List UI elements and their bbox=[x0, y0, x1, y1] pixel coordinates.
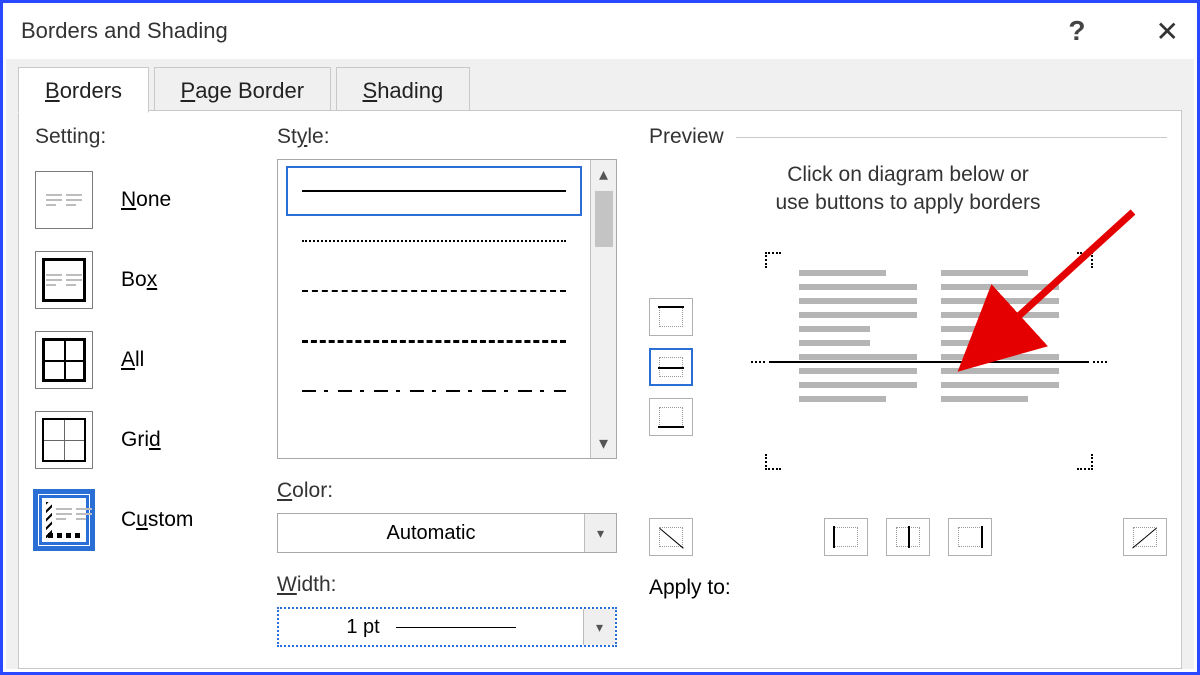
setting-grid-label: Grid bbox=[121, 428, 161, 452]
border-right-button[interactable] bbox=[948, 518, 992, 556]
color-value: Automatic bbox=[278, 522, 584, 545]
setting-none-label: None bbox=[121, 188, 171, 212]
chevron-down-icon[interactable]: ▾ bbox=[584, 514, 616, 552]
dialog-window: Borders and Shading ? ✕ Borders Page Bor… bbox=[0, 0, 1200, 675]
setting-option-custom[interactable]: Custom bbox=[35, 491, 265, 549]
width-section: Width: 1 pt ▾ bbox=[277, 573, 617, 647]
color-section: Color: Automatic ▾ bbox=[277, 479, 617, 553]
setting-box-label: Box bbox=[121, 268, 157, 292]
border-left-button[interactable] bbox=[824, 518, 868, 556]
setting-option-grid[interactable]: Grid bbox=[35, 411, 265, 469]
scroll-up-icon[interactable]: ▴ bbox=[599, 160, 608, 189]
color-combobox[interactable]: Automatic ▾ bbox=[277, 513, 617, 553]
width-label: Width: bbox=[277, 573, 617, 597]
preview-hint: Click on diagram below or use buttons to… bbox=[649, 161, 1167, 218]
setting-box-icon bbox=[35, 251, 93, 309]
border-diag-down-button[interactable] bbox=[649, 518, 693, 556]
setting-option-none[interactable]: None bbox=[35, 171, 265, 229]
style-option-dash-dot[interactable] bbox=[286, 366, 582, 416]
tab-shading[interactable]: Shading bbox=[336, 67, 471, 113]
tab-page-border[interactable]: Page Border bbox=[154, 67, 332, 113]
color-label: Color: bbox=[277, 479, 617, 503]
border-diag-up-button[interactable] bbox=[1123, 518, 1167, 556]
style-option-dotted[interactable] bbox=[286, 216, 582, 266]
tab-borders[interactable]: Borders bbox=[18, 67, 149, 113]
setting-grid-icon bbox=[35, 411, 93, 469]
style-listbox[interactable]: ▴ ▾ bbox=[277, 159, 617, 459]
preview-label: Preview bbox=[649, 125, 724, 149]
border-inside-v-button[interactable] bbox=[886, 518, 930, 556]
border-top-button[interactable] bbox=[649, 298, 693, 336]
setting-option-box[interactable]: Box bbox=[35, 251, 265, 309]
preview-bottom-buttons bbox=[649, 518, 1167, 556]
setting-all-label: All bbox=[121, 348, 144, 372]
preview-area: Apply to: bbox=[649, 238, 1167, 488]
setting-section: Setting: None Box bbox=[35, 125, 265, 549]
border-inside-h-button[interactable] bbox=[649, 348, 693, 386]
setting-none-icon bbox=[35, 171, 93, 229]
style-option-dashed[interactable] bbox=[286, 316, 582, 366]
titlebar: Borders and Shading ? ✕ bbox=[3, 3, 1197, 59]
setting-label: Setting: bbox=[35, 125, 265, 149]
border-bottom-button[interactable] bbox=[649, 398, 693, 436]
style-option-solid[interactable] bbox=[286, 166, 582, 216]
setting-option-all[interactable]: All bbox=[35, 331, 265, 389]
apply-to-label: Apply to: bbox=[649, 576, 731, 600]
chevron-down-icon[interactable]: ▾ bbox=[583, 609, 615, 645]
width-combobox[interactable]: 1 pt ▾ bbox=[277, 607, 617, 647]
style-label: Style: bbox=[277, 125, 617, 149]
setting-all-icon bbox=[35, 331, 93, 389]
preview-section: Preview Click on diagram below or use bu… bbox=[649, 125, 1167, 488]
scroll-down-icon[interactable]: ▾ bbox=[599, 429, 608, 458]
close-button[interactable]: ✕ bbox=[1156, 15, 1179, 48]
setting-custom-icon bbox=[35, 491, 93, 549]
client-area: Borders Page Border Shading Setting: Non… bbox=[6, 59, 1194, 669]
window-title: Borders and Shading bbox=[21, 18, 228, 44]
width-value: 1 pt bbox=[279, 616, 583, 639]
help-button[interactable]: ? bbox=[1068, 15, 1085, 47]
scroll-thumb[interactable] bbox=[595, 191, 613, 247]
tab-panel: Setting: None Box bbox=[18, 110, 1182, 669]
style-scrollbar[interactable]: ▴ ▾ bbox=[590, 160, 616, 458]
setting-custom-label: Custom bbox=[121, 508, 193, 532]
style-section: Style: ▴ ▾ bbox=[277, 125, 617, 647]
tab-strip: Borders Page Border Shading bbox=[6, 59, 1194, 109]
preview-side-buttons bbox=[649, 298, 693, 436]
style-option-dashed-fine[interactable] bbox=[286, 266, 582, 316]
preview-diagram[interactable] bbox=[769, 256, 1089, 466]
